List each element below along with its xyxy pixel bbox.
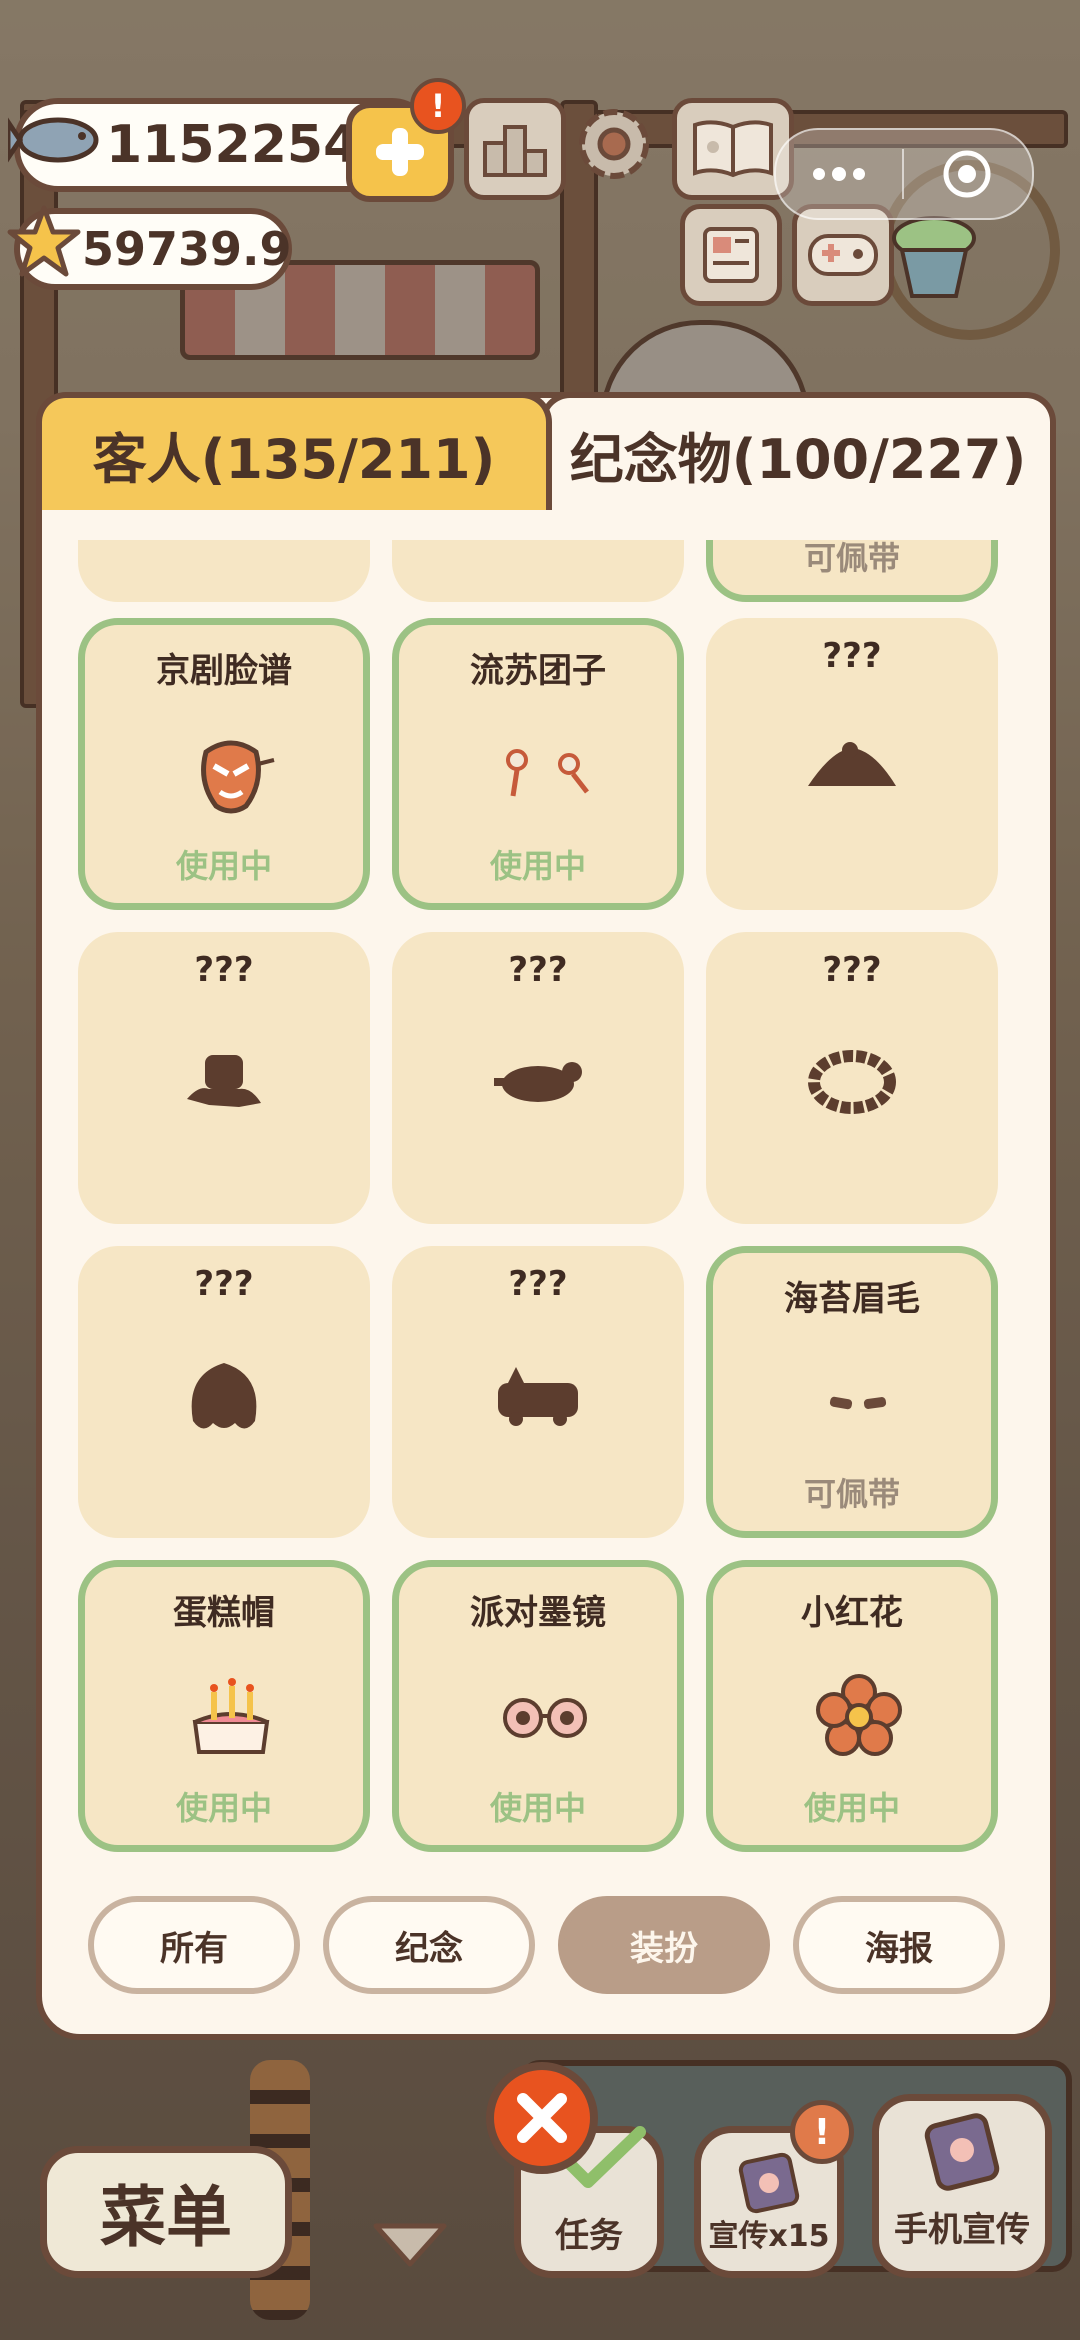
gear-icon: [579, 109, 649, 179]
locked-silhouette-icon: [174, 1346, 274, 1446]
phone-icon: [920, 2110, 1004, 2194]
tab-guests-label: 客人(135/211): [92, 427, 496, 491]
item-card[interactable]: 京剧脸谱 使用中: [78, 618, 370, 910]
item-title: ???: [194, 950, 254, 990]
party-sunglasses-icon: [495, 1667, 595, 1767]
tab-souvenirs[interactable]: 纪念物(100/227): [540, 392, 1056, 510]
newspaper-icon: [703, 227, 759, 283]
filter-dressup-button[interactable]: 装扮: [558, 1896, 770, 1994]
item-title: 京剧脸谱: [156, 651, 292, 691]
item-title: ???: [822, 636, 882, 676]
item-title: ???: [822, 950, 882, 990]
task-label: 任务: [555, 2216, 623, 2256]
item-card[interactable]: 流苏团子 使用中: [392, 618, 684, 910]
star-icon: [6, 204, 82, 280]
item-status: 可佩带: [803, 540, 900, 577]
item-grid[interactable]: 可佩带 京剧脸谱 使用中 流苏团子 使用中 ??? ??? ??? ??? ??…: [78, 540, 1002, 1870]
item-title: 小红花: [801, 1593, 903, 1633]
close-panel-button[interactable]: [486, 2062, 598, 2174]
item-status: 可佩带: [803, 1475, 900, 1513]
mini-program-capsule: [774, 128, 1034, 220]
item-title: ???: [508, 950, 568, 990]
item-card-locked[interactable]: ???: [78, 932, 370, 1224]
settings-button[interactable]: [568, 98, 660, 190]
filter-dressup-label: 装扮: [630, 1928, 698, 1969]
tab-souvenirs-label: 纪念物(100/227): [569, 427, 1027, 491]
more-dots-icon: [813, 167, 865, 181]
item-card-partial[interactable]: [78, 540, 370, 602]
book-icon: [693, 120, 773, 178]
item-title: ???: [508, 1264, 568, 1304]
filter-souvenir-button[interactable]: 纪念: [323, 1896, 535, 1994]
promo-label: 宣传x15: [708, 2219, 830, 2254]
locked-silhouette-icon: [174, 1032, 274, 1132]
filter-poster-button[interactable]: 海报: [793, 1896, 1005, 1994]
promo-card-icon: [736, 2150, 802, 2216]
item-card[interactable]: 蛋糕帽 使用中: [78, 1560, 370, 1852]
fish-icon: [5, 100, 108, 180]
item-card-locked[interactable]: ???: [706, 932, 998, 1224]
item-title: 海苔眉毛: [784, 1279, 920, 1319]
news-button[interactable]: [680, 204, 782, 306]
item-card-locked[interactable]: ???: [78, 1246, 370, 1538]
seaweed-eyebrow-icon: [809, 1353, 909, 1453]
item-card-locked[interactable]: ???: [392, 932, 684, 1224]
more-menu-button[interactable]: [776, 130, 902, 218]
locked-silhouette-icon: [802, 1032, 902, 1132]
target-circle-icon: [943, 150, 991, 198]
item-status: 使用中: [175, 1789, 272, 1827]
item-title: 蛋糕帽: [173, 1593, 275, 1633]
alert-badge: !: [410, 78, 466, 134]
alert-badge-text: !: [430, 87, 446, 125]
close-icon: [517, 2093, 567, 2143]
red-flower-icon: [809, 1667, 909, 1767]
item-title: ???: [194, 1264, 254, 1304]
locked-silhouette-icon: [802, 718, 902, 818]
menu-label: 菜单: [100, 2179, 232, 2256]
item-status: 使用中: [489, 847, 586, 885]
tassel-dumpling-icon: [495, 725, 595, 825]
item-card[interactable]: 派对墨镜 使用中: [392, 1560, 684, 1852]
star-count: 59739.9: [82, 222, 292, 276]
close-miniprogram-button[interactable]: [904, 130, 1030, 218]
plant-pot-decoration: [888, 214, 980, 300]
gamepad-icon: [808, 234, 878, 276]
item-title: 派对墨镜: [470, 1593, 606, 1633]
item-card-partial[interactable]: [392, 540, 684, 602]
item-card-partial[interactable]: 可佩带: [706, 540, 998, 602]
phone-promo-label: 手机宣传: [894, 2210, 1030, 2250]
item-title: 流苏团子: [470, 651, 606, 691]
plus-icon: [376, 128, 424, 176]
filter-all-label: 所有: [160, 1928, 228, 1969]
tab-guests[interactable]: 客人(135/211): [36, 392, 552, 510]
leaderboard-button[interactable]: [464, 98, 566, 200]
cake-hat-icon: [181, 1667, 281, 1767]
collapse-arrow-icon[interactable]: [370, 2216, 450, 2272]
filter-souvenir-label: 纪念: [395, 1928, 463, 1969]
menu-button[interactable]: 菜单: [40, 2146, 292, 2278]
item-card-locked[interactable]: ???: [706, 618, 998, 910]
filter-poster-label: 海报: [865, 1928, 933, 1969]
item-card-locked[interactable]: ???: [392, 1246, 684, 1538]
promo-alert-text: !: [813, 2111, 831, 2153]
filter-all-button[interactable]: 所有: [88, 1896, 300, 1994]
item-card[interactable]: 海苔眉毛 可佩带: [706, 1246, 998, 1538]
item-status: 使用中: [489, 1789, 586, 1827]
item-status: 使用中: [175, 847, 272, 885]
locked-silhouette-icon: [488, 1032, 588, 1132]
podium-icon: [483, 125, 547, 177]
item-card[interactable]: 小红花 使用中: [706, 1560, 998, 1852]
locked-silhouette-icon: [488, 1346, 588, 1446]
item-status: 使用中: [803, 1789, 900, 1827]
promo-alert-badge: !: [790, 2100, 854, 2164]
opera-mask-icon: [181, 725, 281, 825]
